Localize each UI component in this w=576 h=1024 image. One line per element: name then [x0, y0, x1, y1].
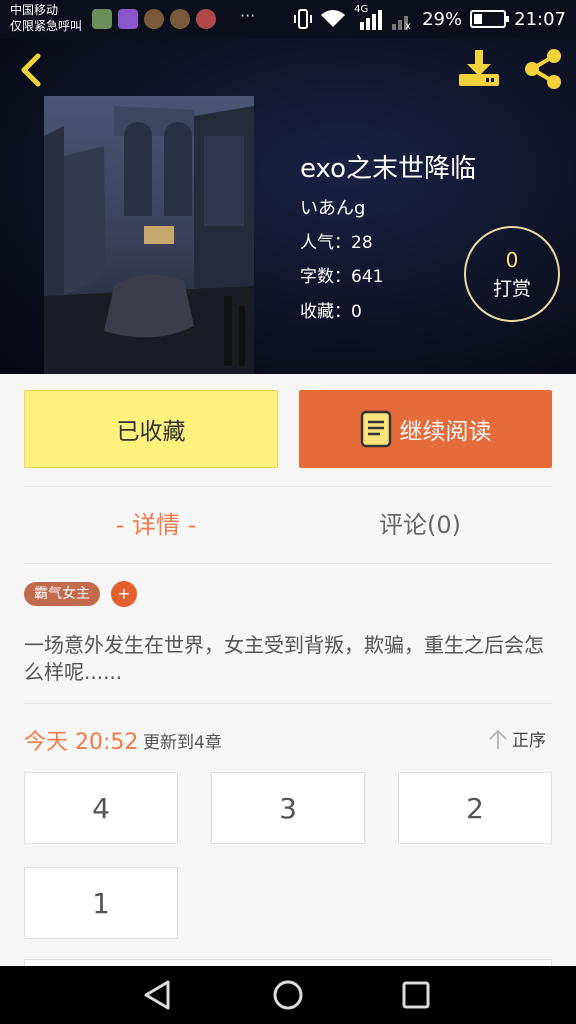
book-summary: 一场意外发生在世界，女主受到背叛，欺骗，重生之后会怎么样呢...... [24, 633, 544, 684]
cellular-signal-icon: 4G [354, 4, 383, 30]
square-recent-icon[interactable] [398, 977, 434, 1013]
carrier-emergency-only: 仅限紧急呼叫 [10, 19, 83, 33]
divider [24, 486, 552, 487]
chapter-button[interactable]: 3 [211, 772, 365, 844]
book-title: exo之末世降临 [300, 154, 477, 184]
notification-icons [92, 9, 216, 29]
book-author: いあんg [300, 198, 366, 219]
tag-chip[interactable]: 霸气女主 [24, 582, 100, 606]
download-icon[interactable] [456, 48, 502, 90]
back-icon[interactable] [14, 50, 50, 90]
chapter-button[interactable]: 4 [24, 772, 178, 844]
update-date: 今天 20:52 [24, 730, 139, 755]
tip-button[interactable]: 0 打赏 [464, 226, 560, 322]
more-notifications-icon: ··· [240, 6, 256, 25]
app-notification-icon [92, 9, 112, 29]
chapter-button[interactable]: 1 [24, 867, 178, 939]
system-nav-bar [0, 966, 576, 1024]
book-icon [360, 410, 391, 448]
popularity-value: 28 [351, 233, 373, 253]
clock: 21:07 [514, 8, 566, 30]
triangle-back-icon[interactable] [140, 977, 176, 1013]
book-cover [44, 96, 254, 374]
avatar-notification-icon [196, 9, 216, 29]
vibrate-icon [294, 9, 313, 29]
battery-percent: 29% [422, 8, 463, 30]
divider [24, 703, 552, 704]
favorites-stat: 收藏：0 [300, 297, 362, 322]
sort-order-label: 正序 [512, 731, 546, 751]
popularity-label: 人气： [300, 233, 351, 253]
tip-count: 0 [505, 248, 519, 272]
status-indicators: 4G x 29% 21:07 [294, 4, 566, 30]
status-bar: 中国移动 仅限紧急呼叫 ··· 4G x 29% 21:07 [0, 0, 576, 38]
favorited-button[interactable]: 已收藏 [24, 390, 278, 468]
wifi-icon [321, 10, 346, 27]
app-notification-icon [118, 9, 138, 29]
popularity-stat: 人气：28 [300, 228, 373, 253]
cup-notification-icon [144, 9, 164, 29]
tab-details[interactable]: - 详情 - [24, 505, 288, 549]
cup-notification-icon [170, 9, 190, 29]
arrow-up-icon [489, 729, 507, 749]
circle-home-icon[interactable] [270, 977, 306, 1013]
continue-reading-label: 继续阅读 [399, 419, 492, 445]
no-sim-signal-icon: x [392, 16, 411, 30]
continue-reading-button[interactable]: 继续阅读 [299, 390, 552, 468]
chapter-button[interactable]: 2 [398, 772, 552, 844]
favorites-value: 0 [351, 302, 362, 322]
word-count-stat: 字数：641 [300, 262, 383, 287]
update-chapter-text: 更新到4章 [143, 733, 222, 753]
svg-text:x: x [405, 21, 411, 30]
carrier-info: 中国移动 仅限紧急呼叫 [10, 2, 82, 34]
book-header: exo之末世降临 いあんg 人气：28 字数：641 收藏：0 0 打赏 [0, 38, 576, 374]
battery-icon [470, 10, 510, 28]
tab-comments[interactable]: 评论(0) [288, 505, 552, 549]
carrier-name: 中国移动 [10, 3, 59, 17]
divider [24, 563, 552, 564]
add-tag-button[interactable]: + [111, 581, 137, 607]
word-count-value: 641 [351, 267, 384, 287]
tip-label: 打赏 [492, 278, 531, 300]
sort-order-button[interactable]: 正序 [488, 726, 546, 751]
favorites-label: 收藏： [300, 302, 351, 322]
share-icon[interactable] [520, 48, 566, 90]
favorited-label: 已收藏 [116, 419, 186, 445]
word-count-label: 字数： [300, 267, 351, 287]
